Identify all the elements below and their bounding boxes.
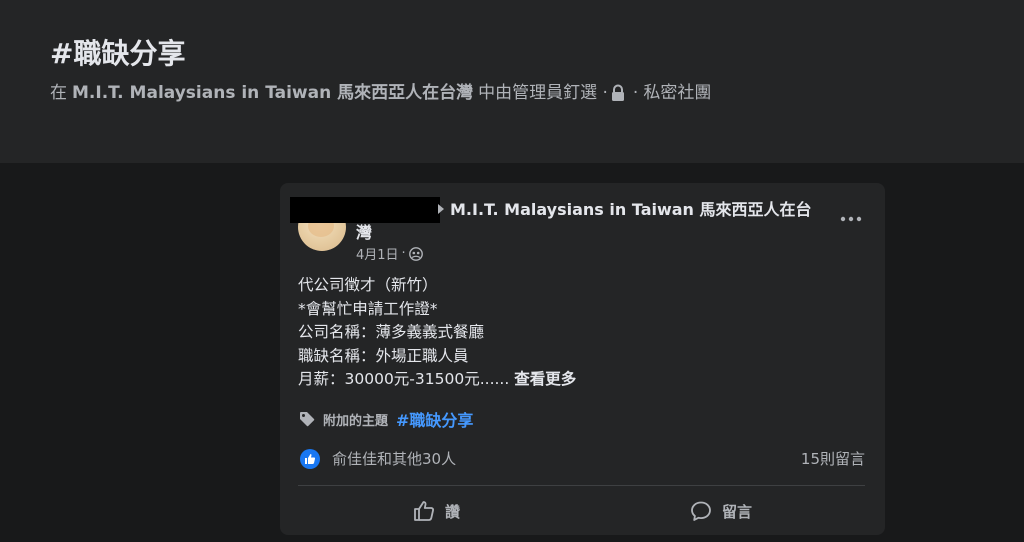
topic-row: 附加的主題 #職缺分享 [298, 407, 473, 431]
like-badge-icon [300, 448, 320, 469]
post-body: 代公司徵才（新竹） *會幫忙申請工作證* 公司名稱：薄多義義式餐廳 職缺名稱：外… [298, 274, 868, 392]
thumbs-up-icon [414, 501, 434, 521]
post-date[interactable]: 4月1日 [356, 244, 399, 263]
post-line-last: 月薪：30000元-31500元...... 查看更多 [298, 368, 868, 392]
comments-count[interactable]: 15則留言 [801, 448, 865, 469]
more-options-icon [840, 216, 862, 222]
group-link[interactable]: M.I.T. Malaysians in Taiwan 馬來西亞人在台灣 [72, 80, 473, 106]
post-line: 職缺名稱：外場正職人員 [298, 346, 469, 365]
reactions-summary[interactable]: 俞佳佳和其他30人 [300, 448, 456, 469]
group-header: #職缺分享 在 M.I.T. Malaysians in Taiwan 馬來西亞… [0, 0, 1024, 163]
divider [298, 485, 865, 486]
post-line: *會幫忙申請工作證* [298, 299, 438, 318]
like-button[interactable]: 讚 [413, 495, 460, 527]
comment-label: 留言 [722, 502, 753, 521]
post-group-link[interactable]: M.I.T. Malaysians in Taiwan 馬來西亞人在台灣 [356, 200, 812, 242]
group-members-icon [408, 246, 423, 261]
see-more-link[interactable]: 查看更多 [514, 370, 576, 388]
post-line: 月薪：30000元-31500元...... [298, 370, 510, 388]
topic-label: 附加的主題 [323, 413, 389, 429]
privacy-label: 私密社團 [643, 83, 712, 103]
like-label: 讚 [445, 502, 461, 521]
post-line: 代公司徵才（新竹） [298, 276, 438, 294]
subtitle-prefix: 在 [50, 83, 67, 103]
pinned-text: 中由管理員釘選 · [478, 83, 608, 103]
post-meta: 4月1日 · [356, 244, 423, 263]
more-options-button[interactable] [837, 205, 865, 233]
privacy-separator: · [632, 83, 639, 103]
lock-icon [610, 84, 626, 102]
caret-right-icon [438, 203, 444, 214]
post-card: M.I.T. Malaysians in Taiwan 馬來西亞人在台灣 4月1… [280, 183, 885, 535]
header-subtitle: 在 M.I.T. Malaysians in Taiwan 馬來西亞人在台灣 中… [50, 80, 711, 106]
tag-icon [300, 412, 315, 427]
reactions-text: 俞佳佳和其他30人 [332, 450, 457, 468]
comment-icon [691, 501, 711, 521]
page-title: #職缺分享 [50, 37, 186, 70]
comment-button[interactable]: 留言 [690, 495, 752, 527]
post-line: 公司名稱：薄多義義式餐廳 [298, 323, 485, 341]
meta-separator: · [401, 246, 406, 261]
post-header: M.I.T. Malaysians in Taiwan 馬來西亞人在台灣 [356, 198, 826, 244]
topic-link[interactable]: #職缺分享 [396, 407, 473, 431]
